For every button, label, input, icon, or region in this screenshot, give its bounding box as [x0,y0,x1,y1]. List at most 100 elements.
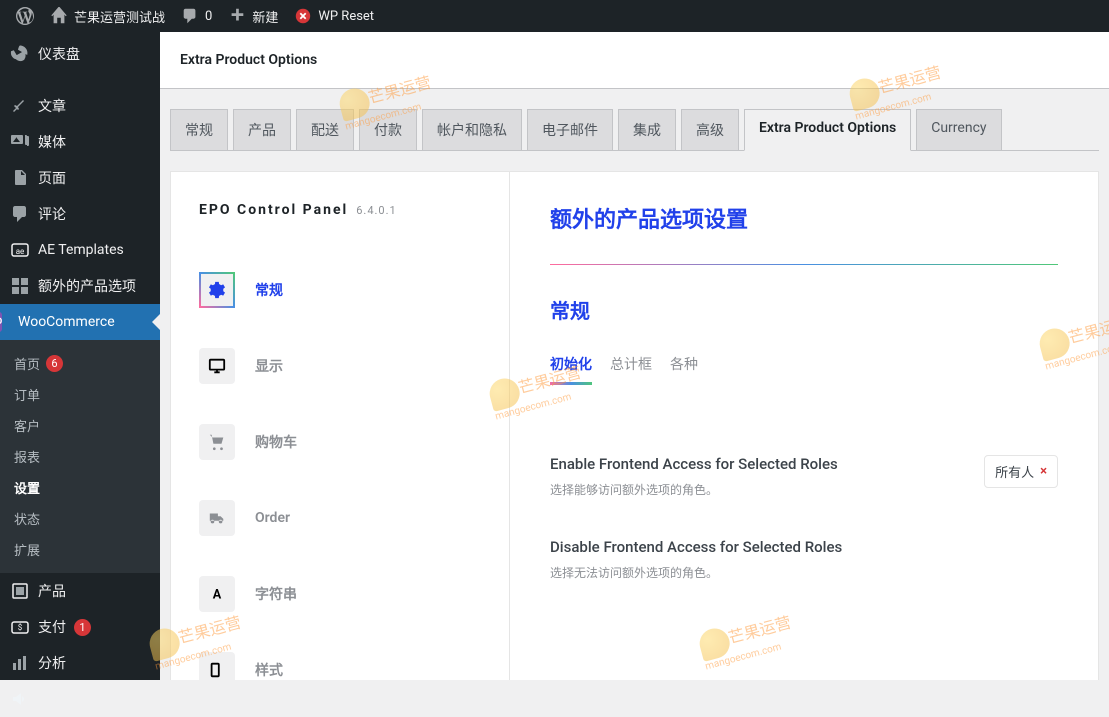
menu-label: 文章 [38,96,66,116]
badge-count: 1 [74,619,91,636]
wp-reset-link[interactable]: WP Reset [286,0,382,32]
setting-enable-roles: Enable Frontend Access for Selected Role… [550,435,1058,518]
epo-nav-cart[interactable]: 购物车 [191,410,489,474]
new-link[interactable]: 新建 [220,0,286,32]
comments-link[interactable]: 0 [173,0,220,32]
media-icon [10,132,30,152]
site-name: 芒果运营测试战 [74,7,165,26]
tab-epo[interactable]: Extra Product Options [744,109,911,151]
role-tag[interactable]: 所有人 × [984,455,1058,488]
submenu-extensions[interactable]: 扩展 [0,534,160,565]
submenu-status[interactable]: 状态 [0,503,160,534]
tab-advanced[interactable]: 高级 [681,109,739,151]
submenu-label: 报表 [14,447,40,466]
menu-woocommerce[interactable]: WOO WooCommerce [0,304,160,340]
woo-icon: WOO [0,312,2,332]
badge-count: 6 [46,355,63,372]
tab-payments[interactable]: 付款 [359,109,417,151]
main-content: Extra Product Options 常规 产品 配送 付款 帐户和隐私 … [160,32,1109,680]
menu-label: 营销 [38,689,66,709]
epo-nav-order[interactable]: Order [191,486,489,550]
menu-label: 媒体 [38,132,66,152]
submenu-customers[interactable]: 客户 [0,410,160,441]
menu-label: WooCommerce [18,314,115,330]
product-icon [10,581,30,601]
epo-nav-label: 字符串 [255,584,297,604]
text-icon: A [199,576,235,612]
epo-content: 额外的产品选项设置 常规 初始化 总计框 各种 Enable Frontend … [510,171,1099,680]
submenu-label: 客户 [14,416,40,435]
menu-payments[interactable]: $ 支付 1 [0,609,160,645]
menu-dashboard[interactable]: 仪表盘 [0,32,160,76]
setting-desc: 选择无法访问额外选项的角色。 [550,564,842,581]
reset-icon [294,7,312,25]
menu-products[interactable]: 产品 [0,573,160,609]
style-icon [199,652,235,680]
submenu-label: 订单 [14,385,40,404]
subtab-init[interactable]: 初始化 [550,354,592,385]
comment-count: 0 [205,9,212,24]
menu-label: 额外的产品选项 [38,276,136,296]
menu-label: 评论 [38,204,66,224]
epo-title-text: EPO Control Panel [199,202,348,218]
tab-emails[interactable]: 电子邮件 [527,109,613,151]
wp-reset-label: WP Reset [318,9,374,24]
epo-section-title: 常规 [550,295,1058,324]
site-home[interactable]: 芒果运营测试战 [42,0,173,32]
submenu-settings[interactable]: 设置 [0,472,160,503]
epo-nav-strings[interactable]: A 字符串 [191,562,489,626]
settings-tabs-wrap: 常规 产品 配送 付款 帐户和隐私 电子邮件 集成 高级 Extra Produ… [160,89,1109,151]
analytics-icon [10,653,30,673]
tab-shipping[interactable]: 配送 [296,109,354,151]
epo-nav-display[interactable]: 显示 [191,334,489,398]
menu-pages[interactable]: 页面 [0,160,160,196]
tab-integration[interactable]: 集成 [618,109,676,151]
submenu-label: 设置 [14,478,40,497]
menu-label: 页面 [38,168,66,188]
tab-currency[interactable]: Currency [916,109,1001,151]
menu-analytics[interactable]: 分析 [0,645,160,681]
epo-nav-style[interactable]: 样式 [191,638,489,680]
tab-general[interactable]: 常规 [170,109,228,151]
plus-icon [228,7,246,25]
epo-nav-label: 常规 [255,280,283,300]
comment-icon [181,7,199,25]
menu-posts[interactable]: 文章 [0,88,160,124]
admin-sidebar: 仪表盘 文章 媒体 页面 评论 ae AE Templates 额外的产品选项 … [0,32,160,680]
woocommerce-submenu: 首页 6 订单 客户 报表 设置 状态 扩展 [0,340,160,573]
submenu-reports[interactable]: 报表 [0,441,160,472]
epo-content-title: 额外的产品选项设置 [550,202,1058,234]
comment-icon [10,204,30,224]
subtab-totals[interactable]: 总计框 [610,354,652,385]
settings-tabs: 常规 产品 配送 付款 帐户和隐私 电子邮件 集成 高级 Extra Produ… [170,109,1099,151]
truck-icon [199,500,235,536]
menu-label: 仪表盘 [38,44,80,64]
menu-epo[interactable]: 额外的产品选项 [0,268,160,304]
submenu-label: 状态 [14,509,40,528]
setting-text: Disable Frontend Access for Selected Rol… [550,538,842,581]
tab-products[interactable]: 产品 [233,109,291,151]
setting-desc: 选择能够访问额外选项的角色。 [550,481,838,498]
tag-label: 所有人 [995,462,1034,481]
setting-label: Disable Frontend Access for Selected Rol… [550,538,842,556]
epo-version: 6.4.0.1 [356,204,396,217]
payment-icon: $ [10,617,30,637]
new-label: 新建 [252,7,278,26]
submenu-home[interactable]: 首页 6 [0,348,160,379]
menu-marketing[interactable]: 营销 [0,681,160,717]
epo-panel: EPO Control Panel 6.4.0.1 常规 显示 购物车 Orde… [170,171,1099,680]
wp-logo[interactable] [8,0,42,32]
epo-nav-general[interactable]: 常规 [191,258,489,322]
wordpress-icon [16,7,34,25]
grid-icon [10,276,30,296]
remove-tag-icon[interactable]: × [1040,464,1047,479]
ae-icon: ae [10,240,30,260]
subtab-various[interactable]: 各种 [670,354,698,385]
menu-ae-templates[interactable]: ae AE Templates [0,232,160,268]
setting-text: Enable Frontend Access for Selected Role… [550,455,838,498]
menu-comments[interactable]: 评论 [0,196,160,232]
submenu-orders[interactable]: 订单 [0,379,160,410]
submenu-label: 扩展 [14,540,40,559]
tab-accounts[interactable]: 帐户和隐私 [422,109,522,151]
menu-media[interactable]: 媒体 [0,124,160,160]
